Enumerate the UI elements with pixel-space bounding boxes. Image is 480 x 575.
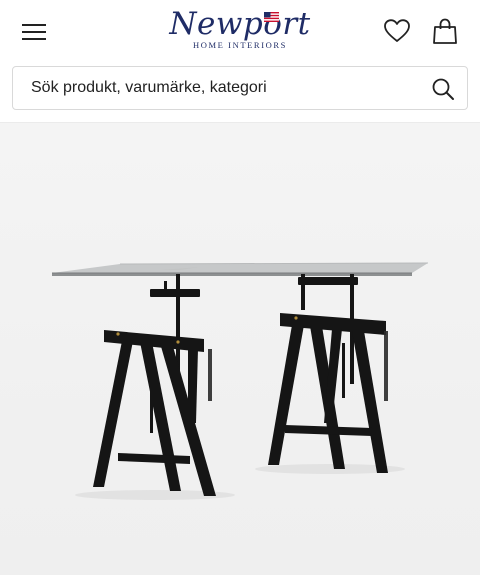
hamburger-menu-icon (22, 24, 46, 40)
search-icon (432, 78, 454, 100)
product-image[interactable] (0, 123, 480, 575)
search-bar (12, 66, 468, 110)
heart-icon (384, 19, 410, 42)
site-header: Newport HOME INTERIORS (0, 0, 480, 62)
glass-tabletop (52, 262, 429, 276)
shopping-bag-icon (433, 18, 457, 44)
search-input[interactable] (13, 67, 413, 109)
right-trestle (268, 274, 388, 473)
cart-button[interactable] (426, 12, 464, 50)
brand-logo[interactable]: Newport HOME INTERIORS (140, 6, 340, 56)
left-trestle (93, 274, 216, 496)
menu-button[interactable] (14, 14, 54, 50)
brand-name: Newport (169, 6, 311, 42)
search-button[interactable] (427, 73, 459, 105)
trestle-desk-illustration (52, 262, 429, 500)
favorites-button[interactable] (378, 12, 416, 50)
us-flag-icon (264, 12, 279, 22)
